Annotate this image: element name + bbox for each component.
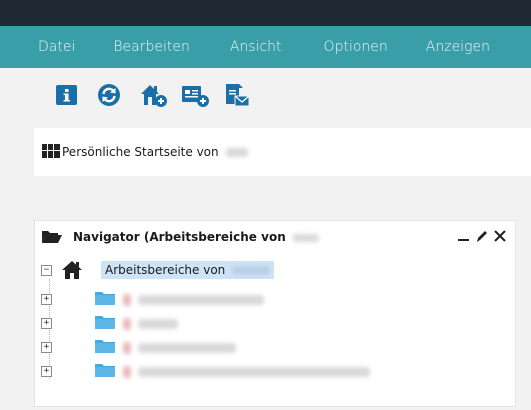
expand-toggle[interactable]: + — [41, 294, 52, 305]
navigator-title: Navigator (Arbeitsbereiche von — [73, 230, 319, 244]
page-title: Persönliche Startseite von — [62, 145, 249, 159]
folder-label[interactable] — [123, 291, 265, 306]
menu-ansicht[interactable]: Ansicht — [230, 39, 282, 55]
redacted-username — [232, 266, 271, 275]
document-mail-icon[interactable] — [222, 82, 252, 108]
collapse-toggle[interactable]: − — [41, 265, 52, 276]
redacted-username — [292, 233, 319, 242]
expand-toggle[interactable]: + — [41, 342, 52, 353]
tree-root-text: Arbeitsbereiche von — [105, 263, 226, 277]
folder-label[interactable] — [123, 315, 179, 330]
home-icon — [61, 260, 83, 285]
dashboard-add-icon[interactable] — [180, 82, 210, 108]
menu-datei[interactable]: Datei — [38, 39, 75, 55]
tree-root-label[interactable]: Arbeitsbereiche von — [101, 261, 275, 279]
home-add-icon[interactable] — [138, 82, 168, 108]
menu-bar: Datei Bearbeiten Ansicht Optionen Anzeig… — [0, 26, 531, 68]
menu-optionen[interactable]: Optionen — [324, 39, 388, 55]
navigator-panel: Navigator (Arbeitsbereiche von − Arbeits… — [34, 220, 516, 407]
top-bar — [0, 0, 531, 26]
folder-icon — [95, 315, 115, 329]
navigator-title-text: Navigator (Arbeitsbereiche von — [73, 230, 286, 244]
menu-bearbeiten[interactable]: Bearbeiten — [113, 39, 189, 55]
dashboard-grid-icon — [42, 144, 60, 163]
menu-anzeigen[interactable]: Anzeigen — [426, 39, 490, 55]
expand-toggle[interactable]: + — [41, 318, 52, 329]
refresh-icon[interactable] — [96, 82, 122, 108]
folder-icon — [95, 339, 115, 353]
minimize-icon[interactable] — [455, 227, 473, 245]
info-icon[interactable] — [54, 82, 80, 108]
folder-icon — [95, 291, 115, 305]
toolbar — [0, 68, 531, 120]
redacted-username — [226, 148, 249, 157]
edit-pencil-icon[interactable] — [473, 227, 491, 245]
page-title-text: Persönliche Startseite von — [62, 145, 219, 159]
folder-label[interactable] — [123, 363, 371, 378]
open-folder-icon — [41, 228, 63, 249]
folder-label[interactable] — [123, 339, 237, 354]
folder-icon — [95, 363, 115, 377]
personal-home-panel: Persönliche Startseite von — [34, 128, 531, 176]
close-icon[interactable] — [491, 227, 509, 245]
expand-toggle[interactable]: + — [41, 366, 52, 377]
navigator-header: Navigator (Arbeitsbereiche von — [35, 221, 515, 253]
